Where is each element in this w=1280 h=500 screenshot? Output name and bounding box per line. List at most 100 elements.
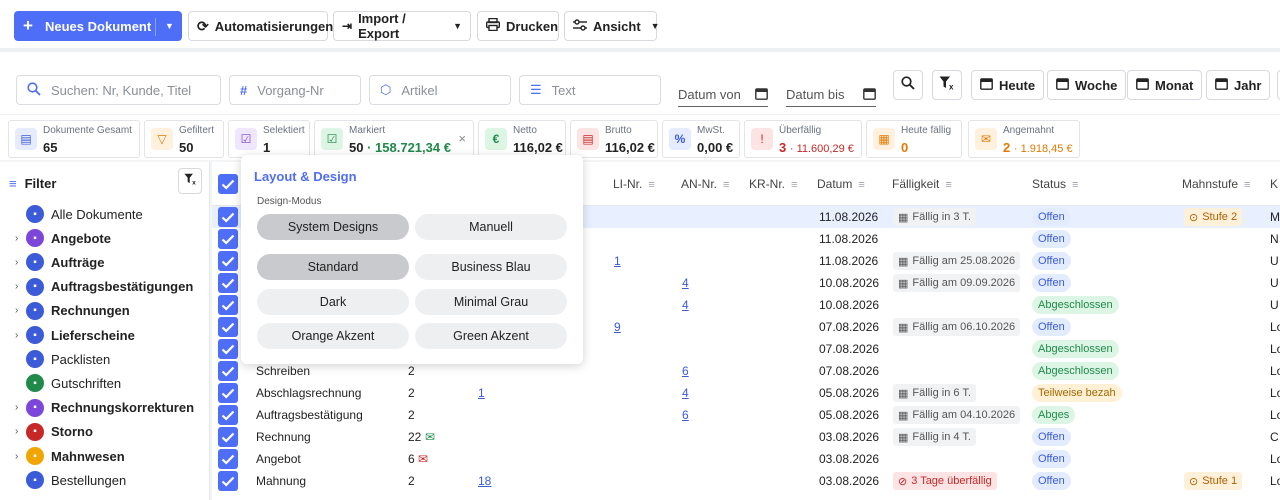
view-button[interactable]: Ansicht ▼ — [564, 11, 660, 41]
year-button[interactable]: Jahr — [1206, 70, 1271, 100]
close-icon[interactable]: × — [458, 131, 466, 146]
cell-an-link[interactable]: 6 — [682, 364, 689, 378]
theme-minimal-grau-button[interactable]: Minimal Grau — [415, 289, 567, 315]
stat-value: 50 · 158.721,34 € — [349, 140, 451, 155]
category-icon: ▪ — [26, 253, 44, 272]
date-to-field[interactable]: Datum bis — [786, 83, 876, 107]
search-input[interactable]: Suchen: Nr, Kunde, Titel — [16, 75, 221, 105]
automations-button[interactable]: ⟳ Automatisierungen — [188, 11, 333, 41]
cell-an-link[interactable]: 4 — [682, 276, 689, 290]
chevron-right-icon[interactable]: › — [15, 426, 18, 437]
cell-vorgang-link[interactable]: 18 — [478, 474, 491, 488]
week-button[interactable]: Woche — [1047, 70, 1127, 100]
text-search-icon: ☰ — [530, 82, 542, 97]
cell-date: 05.08.2026 — [819, 386, 880, 400]
check-square-icon: ☑ — [235, 128, 257, 150]
calendar-icon[interactable] — [755, 87, 768, 103]
mode-manual-button[interactable]: Manuell — [415, 214, 567, 240]
row-checkbox[interactable] — [218, 317, 238, 337]
theme-standard-button[interactable]: Standard — [257, 254, 409, 280]
calendar-icon: ▦ — [873, 128, 895, 150]
table-row[interactable]: Angebot 6✉ 03.08.2026 Offen Lo — [212, 448, 1280, 470]
stat-marked: ☑ Markiert 50 · 158.721,34 € × — [314, 120, 474, 158]
new-document-button[interactable]: + Neues Dokument ▼ — [14, 11, 182, 41]
sidebar-item-label: Angebote — [51, 230, 111, 246]
col-li-nr[interactable]: LI-Nr. ≡ — [613, 177, 655, 191]
row-checkbox[interactable] — [218, 427, 238, 447]
vorgang-input[interactable]: # Vorgang-Nr — [229, 75, 361, 105]
row-checkbox[interactable] — [218, 251, 238, 271]
row-checkbox[interactable] — [218, 207, 238, 227]
cell-li-link[interactable]: 1 — [614, 254, 621, 268]
row-checkbox[interactable] — [218, 295, 238, 315]
clear-filter-button[interactable]: x — [178, 168, 202, 194]
col-kunde[interactable]: K — [1270, 177, 1278, 191]
category-icon: ▪ — [26, 447, 44, 465]
cell-number: 2 — [408, 408, 415, 422]
row-checkbox[interactable] — [218, 405, 238, 425]
month-button[interactable]: Monat — [1127, 70, 1203, 100]
search-button[interactable] — [893, 70, 923, 100]
cell-an-link[interactable]: 6 — [682, 408, 689, 422]
stat-overdue: ! Überfällig 3 · 11.600,29 € — [744, 120, 862, 158]
table-row[interactable]: Mahnung 2 18 03.08.2026 ⊘ 3 Tage überfällig Of… — [212, 470, 1280, 492]
chevron-right-icon[interactable]: › — [15, 257, 18, 268]
chevron-down-icon[interactable]: ▼ — [165, 21, 174, 31]
clear-filter-button[interactable]: x — [932, 70, 962, 100]
row-checkbox[interactable] — [218, 361, 238, 381]
stat-value: 116,02 € — [605, 140, 655, 155]
text-input[interactable]: ☰ Text — [519, 75, 661, 105]
today-button[interactable]: Heute — [971, 70, 1045, 100]
theme-orange-akzent-button[interactable]: Orange Akzent — [257, 323, 409, 349]
cell-customer: U — [1270, 276, 1279, 290]
row-checkbox[interactable] — [218, 383, 238, 403]
chevron-right-icon[interactable]: › — [15, 281, 18, 292]
table-row[interactable]: Abschlagsrechnung 2 1 4 05.08.2026 ▦ Fällig in… — [212, 382, 1280, 404]
import-export-button[interactable]: ⇥ Import / Export ▼ — [333, 11, 471, 41]
row-checkbox[interactable] — [218, 449, 238, 469]
col-kr-nr[interactable]: KR-Nr. ≡ — [749, 177, 797, 191]
select-all-checkbox[interactable] — [218, 174, 238, 194]
col-faelligkeit[interactable]: Fälligkeit ≡ — [892, 177, 952, 191]
chevron-right-icon[interactable]: › — [15, 330, 18, 341]
cell-vorgang-link[interactable]: 1 — [478, 386, 485, 400]
row-checkbox[interactable] — [218, 273, 238, 293]
stat-label: Netto — [513, 125, 537, 136]
stat-label: Überfällig — [779, 125, 822, 136]
artikel-input[interactable]: ⬡ Artikel — [369, 75, 511, 105]
chevron-right-icon[interactable]: › — [15, 402, 18, 413]
table-row[interactable]: Rechnung 22 ✉ 03.08.2026 ▦ Fällig in 4 T. Offe… — [212, 426, 1280, 448]
theme-business-blau-button[interactable]: Business Blau — [415, 254, 567, 280]
category-icon: ▪ — [26, 205, 44, 223]
stat-label: Gefiltert — [179, 125, 215, 136]
cell-an-link[interactable]: 4 — [682, 386, 689, 400]
print-button[interactable]: Drucken — [477, 11, 559, 41]
mode-system-designs-button[interactable]: System Designs — [257, 214, 409, 240]
date-from-field[interactable]: Datum von — [678, 83, 768, 107]
chevron-right-icon[interactable]: › — [15, 233, 18, 244]
calendar-icon — [980, 77, 993, 93]
cell-date: 07.08.2026 — [819, 364, 880, 378]
date-to-label: Datum bis — [786, 87, 845, 102]
row-checkbox[interactable] — [218, 471, 238, 491]
hash-icon: # — [240, 82, 248, 98]
cell-an-link[interactable]: 4 — [682, 298, 689, 312]
status-badge: Teilweise bezah — [1032, 384, 1122, 402]
col-an-nr[interactable]: AN-Nr. ≡ — [681, 177, 729, 191]
chevron-right-icon[interactable]: › — [15, 305, 18, 316]
cell-li-link[interactable]: 9 — [614, 320, 621, 334]
table-row[interactable]: Auftragsbestätigung 2 6 05.08.2026 ▦ Fällig a… — [212, 404, 1280, 426]
row-checkbox[interactable] — [218, 229, 238, 249]
stat-label: MwSt. — [697, 125, 725, 136]
chevron-right-icon[interactable]: › — [15, 451, 18, 462]
filter-clear-icon: x — [183, 172, 197, 190]
cell-customer: Lo — [1270, 364, 1280, 378]
col-mahnstufe[interactable]: Mahnstufe ≡ — [1182, 177, 1250, 191]
cell-number: 6 — [408, 452, 415, 466]
calendar-icon[interactable] — [863, 87, 876, 103]
col-status[interactable]: Status ≡ — [1032, 177, 1078, 191]
col-datum[interactable]: Datum ≡ — [817, 177, 865, 191]
theme-green-akzent-button[interactable]: Green Akzent — [415, 323, 567, 349]
row-checkbox[interactable] — [218, 339, 238, 359]
theme-dark-button[interactable]: Dark — [257, 289, 409, 315]
